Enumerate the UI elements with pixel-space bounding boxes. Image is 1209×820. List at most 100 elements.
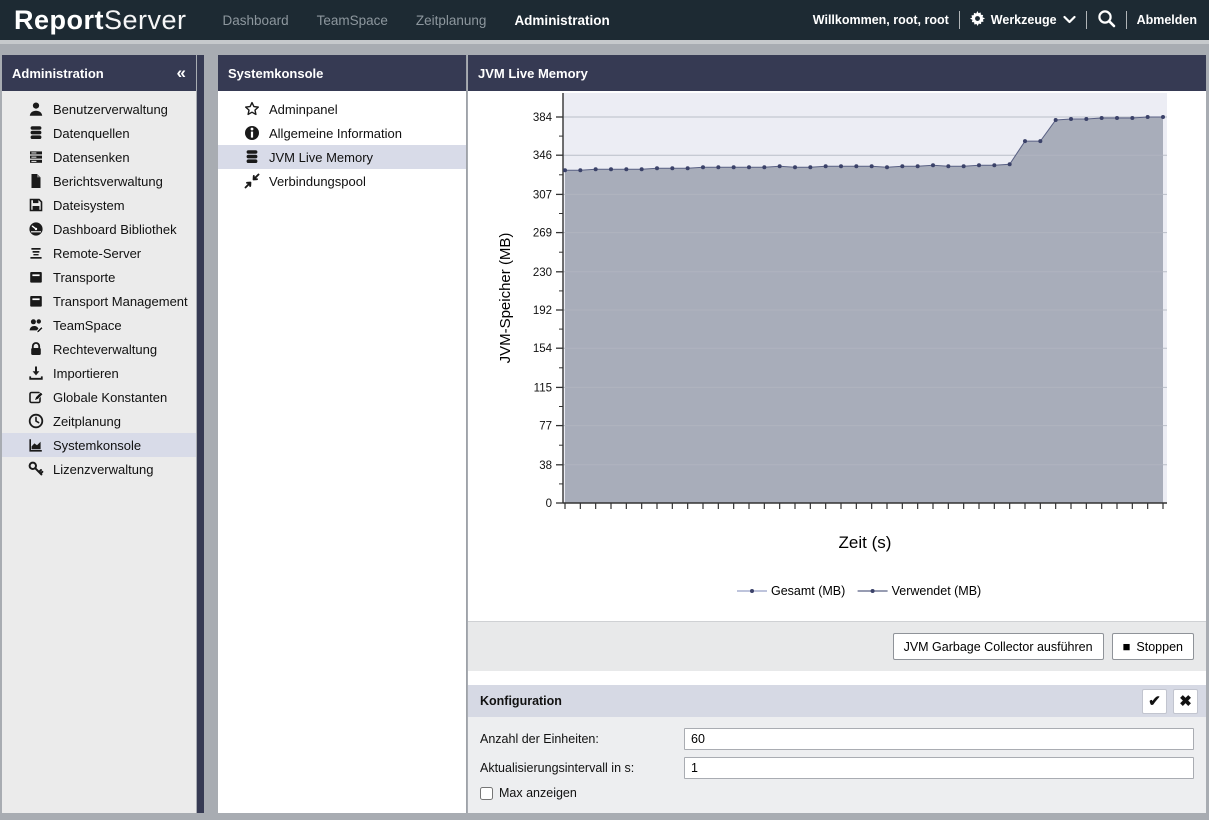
administration-sidebar-header: Administration «	[2, 55, 196, 91]
server-icon	[28, 245, 44, 261]
svg-text:0: 0	[546, 498, 552, 510]
console-item-adminpanel[interactable]: Adminpanel	[218, 97, 466, 121]
svg-text:154: 154	[533, 343, 553, 355]
sidebar-item-systemkonsole[interactable]: Systemkonsole	[2, 433, 196, 457]
konfiguration-actions: ✔ ✖	[1142, 689, 1198, 714]
interval-label: Aktualisierungsintervall in s:	[480, 761, 684, 775]
units-field-row: Anzahl der Einheiten:	[480, 728, 1194, 750]
sidebar-item-globale-konstanten[interactable]: Globale Konstanten	[2, 385, 196, 409]
collapse-sidebar-icon[interactable]: «	[177, 63, 186, 83]
svg-text:115: 115	[534, 382, 552, 394]
tools-menu[interactable]: Werkzeuge	[970, 11, 1076, 29]
reportserver-logo[interactable]: ReportServer	[14, 5, 187, 36]
item-label: Globale Konstanten	[53, 390, 167, 405]
item-label: Systemkonsole	[53, 438, 141, 453]
import-icon	[28, 365, 44, 381]
chart-icon	[28, 437, 44, 453]
svg-text:230: 230	[533, 267, 552, 279]
console-item-allgemeine-information[interactable]: Allgemeine Information	[218, 121, 466, 145]
logo-bold: Report	[14, 5, 104, 35]
collapse-arrows-icon	[244, 173, 260, 189]
box-icon	[28, 293, 44, 309]
item-label: Allgemeine Information	[269, 126, 402, 141]
sidebar-item-remote-server[interactable]: Remote-Server	[2, 241, 196, 265]
item-label: Dashboard Bibliothek	[53, 222, 177, 237]
top-bar: ReportServer Dashboard TeamSpace Zeitplanu…	[0, 0, 1209, 40]
sidebar-item-berichtsverwaltung[interactable]: Berichtsverwaltung	[2, 169, 196, 193]
jvm-memory-chart: 03877115154192230269307346384JVM-Speiche…	[468, 91, 1206, 622]
logout-button[interactable]: Abmelden	[1137, 13, 1197, 27]
item-label: Benutzerverwaltung	[53, 102, 168, 117]
konfiguration-form: Anzahl der Einheiten: Aktualisierungsint…	[468, 717, 1206, 813]
sidebar-item-zeitplanung[interactable]: Zeitplanung	[2, 409, 196, 433]
sidebar-item-benutzerverwaltung[interactable]: Benutzerverwaltung	[2, 97, 196, 121]
gauge-icon	[28, 221, 44, 237]
svg-text:307: 307	[533, 189, 552, 201]
team-icon	[28, 317, 44, 333]
separator	[1126, 11, 1127, 29]
page-title: JVM Live Memory	[478, 66, 588, 81]
sidebar-item-datenquellen[interactable]: Datenquellen	[2, 121, 196, 145]
systemkonsole-panel: Systemkonsole Adminpanel Allgemeine Infor…	[218, 55, 467, 813]
jvm-live-memory-panel: JVM Live Memory 038771151541922302693073…	[468, 55, 1206, 813]
sidebar-item-teamspace[interactable]: TeamSpace	[2, 313, 196, 337]
key-icon	[28, 461, 44, 477]
interval-field-row: Aktualisierungsintervall in s:	[480, 757, 1194, 779]
max-anzeigen-label: Max anzeigen	[499, 786, 577, 800]
stop-button[interactable]: ■Stoppen	[1112, 633, 1194, 660]
systemkonsole-title: Systemkonsole	[228, 66, 323, 81]
database-icon	[244, 149, 260, 165]
sidebar-item-lizenzverwaltung[interactable]: Lizenzverwaltung	[2, 457, 196, 481]
svg-text:77: 77	[539, 421, 552, 433]
sidebar-item-transport-management[interactable]: Transport Management	[2, 289, 196, 313]
interval-input[interactable]	[684, 757, 1194, 779]
floppy-icon	[28, 197, 44, 213]
user-icon	[28, 101, 44, 117]
item-label: JVM Live Memory	[269, 150, 373, 165]
sidebar-item-dashboard-bibliothek[interactable]: Dashboard Bibliothek	[2, 217, 196, 241]
chart-toolbar: JVM Garbage Collector ausführen ■Stoppen	[468, 622, 1206, 671]
svg-text:JVM-Speicher (MB): JVM-Speicher (MB)	[497, 233, 514, 364]
item-label: Remote-Server	[53, 246, 141, 261]
apply-button[interactable]: ✔	[1142, 689, 1167, 714]
units-input[interactable]	[684, 728, 1194, 750]
cancel-button[interactable]: ✖	[1173, 689, 1198, 714]
sidebar-item-importieren[interactable]: Importieren	[2, 361, 196, 385]
sidebar-splitter[interactable]	[197, 55, 204, 813]
console-item-verbindungspool[interactable]: Verbindungspool	[218, 169, 466, 193]
svg-text:Zeit (s): Zeit (s)	[839, 533, 892, 552]
chevron-down-icon	[1063, 13, 1076, 27]
tools-label: Werkzeuge	[991, 13, 1057, 27]
top-nav-zeitplanung[interactable]: Zeitplanung	[416, 13, 487, 28]
check-icon: ✔	[1148, 692, 1161, 710]
top-nav: Dashboard TeamSpace Zeitplanung Administrat…	[223, 13, 610, 28]
topbar-bottom-strip	[0, 40, 1209, 44]
search-button[interactable]	[1097, 9, 1116, 31]
administration-sidebar: Administration « Benutzerverwaltung Daten…	[2, 55, 196, 813]
sidebar-item-transporte[interactable]: Transporte	[2, 265, 196, 289]
svg-text:Gesamt (MB): Gesamt (MB)	[771, 584, 845, 598]
max-anzeigen-checkbox[interactable]	[480, 787, 493, 800]
svg-text:346: 346	[533, 150, 552, 162]
top-nav-dashboard[interactable]: Dashboard	[223, 13, 289, 28]
top-nav-teamspace[interactable]: TeamSpace	[317, 13, 388, 28]
gc-button[interactable]: JVM Garbage Collector ausführen	[893, 633, 1104, 660]
box-icon	[28, 269, 44, 285]
console-item-jvm-live-memory[interactable]: JVM Live Memory	[218, 145, 466, 169]
sidebar-title: Administration	[12, 66, 104, 81]
item-label: Rechteverwaltung	[53, 342, 157, 357]
svg-text:38: 38	[539, 460, 552, 472]
welcome-text: Willkommen, root, root	[813, 13, 949, 27]
item-label: Berichtsverwaltung	[53, 174, 163, 189]
sidebar-item-datensenken[interactable]: Datensenken	[2, 145, 196, 169]
jvm-live-memory-header: JVM Live Memory	[468, 55, 1206, 91]
sidebar-item-rechteverwaltung[interactable]: Rechteverwaltung	[2, 337, 196, 361]
logo-light: Server	[104, 5, 187, 35]
units-label: Anzahl der Einheiten:	[480, 732, 684, 746]
search-icon	[1097, 9, 1116, 31]
sidebar-item-dateisystem[interactable]: Dateisystem	[2, 193, 196, 217]
systemkonsole-panel-header: Systemkonsole	[218, 55, 466, 91]
clock-icon	[28, 413, 44, 429]
top-nav-administration[interactable]: Administration	[514, 13, 609, 28]
info-icon	[244, 125, 260, 141]
